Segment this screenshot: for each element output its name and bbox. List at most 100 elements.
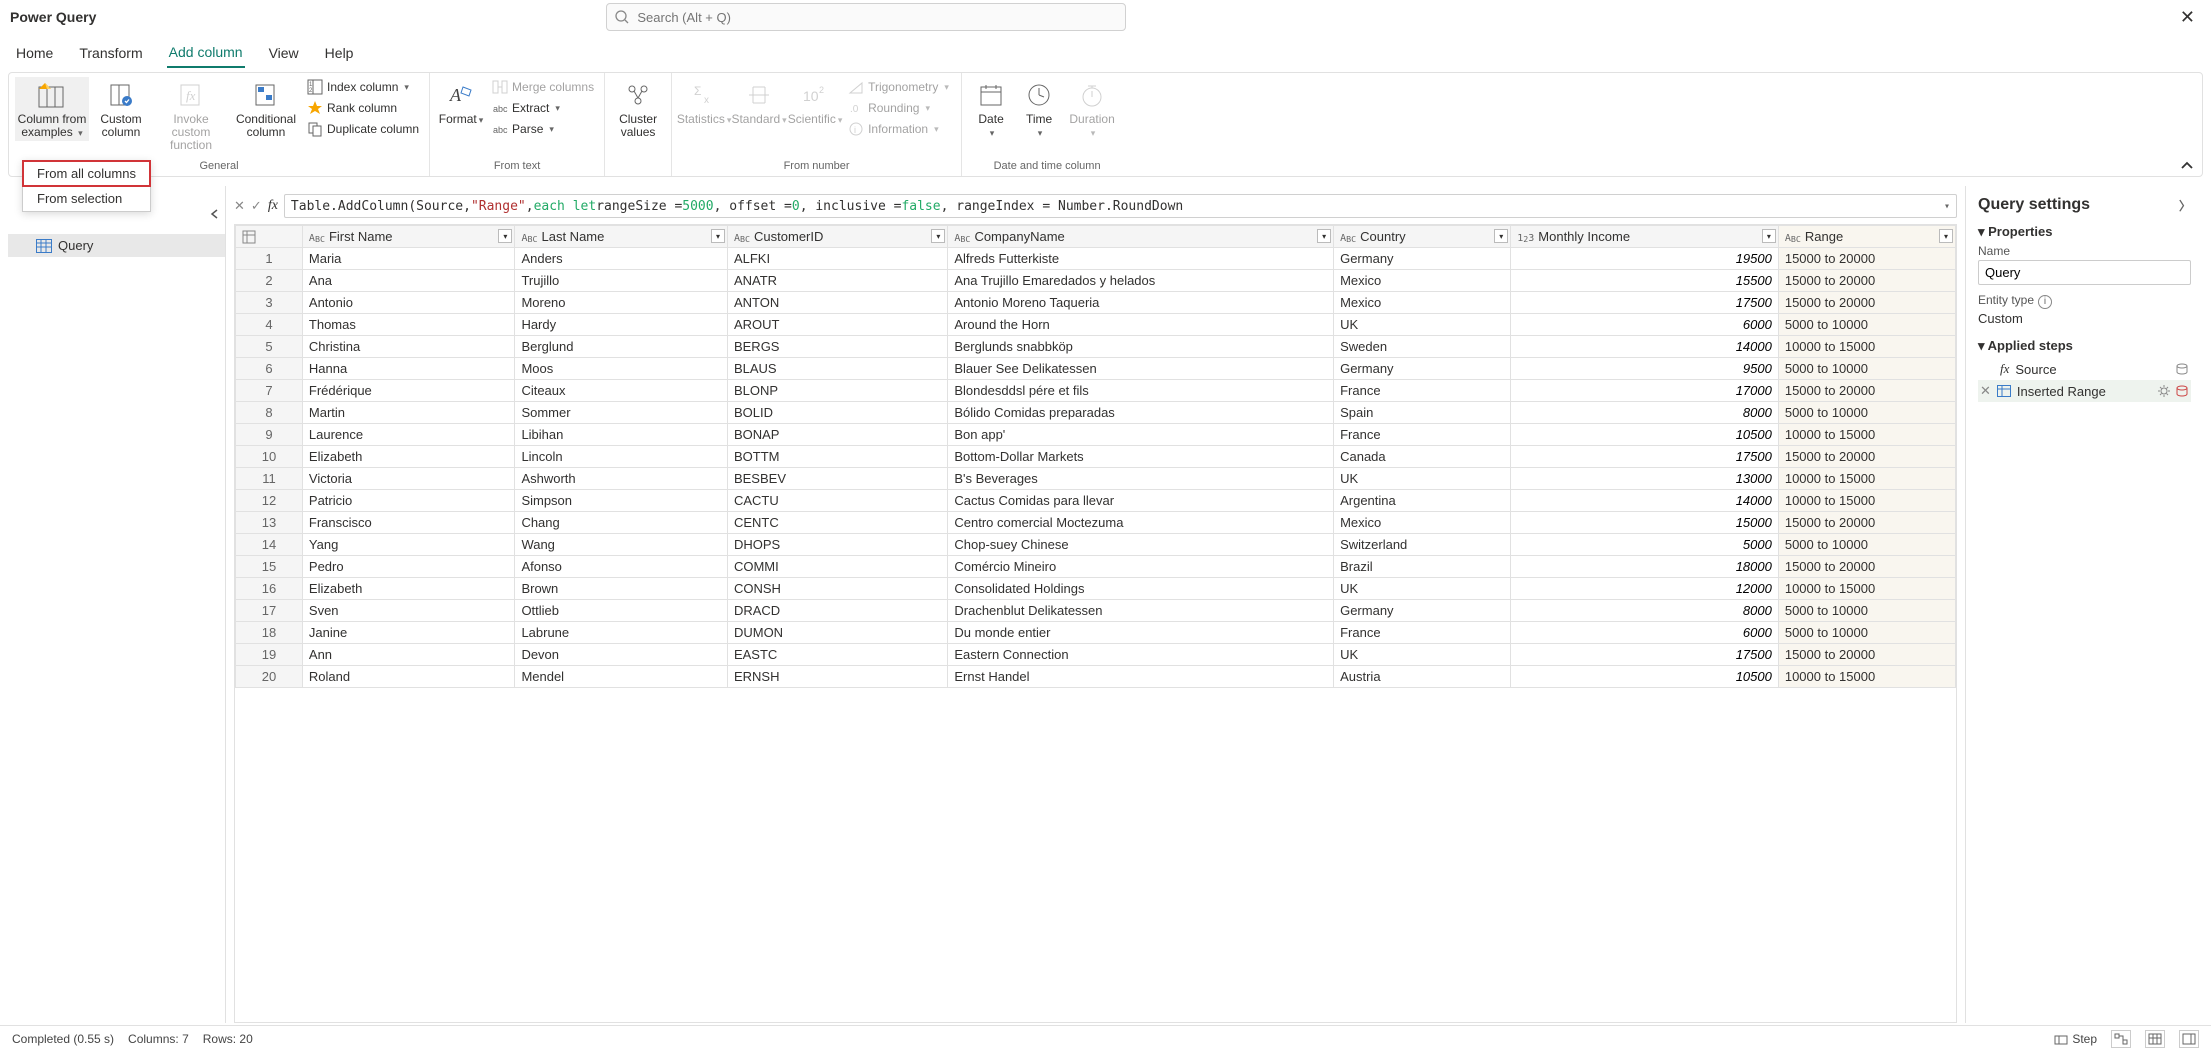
- cell-range[interactable]: 15000 to 20000: [1778, 644, 1955, 666]
- cell-customer-id[interactable]: COMMI: [727, 556, 947, 578]
- col-customer-id[interactable]: ABCCustomerID▾: [727, 226, 947, 248]
- cell-first-name[interactable]: Janine: [302, 622, 515, 644]
- table-row[interactable]: 6HannaMoosBLAUSBlauer See DelikatessenGe…: [236, 358, 1956, 380]
- cell-last-name[interactable]: Chang: [515, 512, 728, 534]
- time-button[interactable]: Time▾: [1016, 77, 1062, 141]
- cell-first-name[interactable]: Patricio: [302, 490, 515, 512]
- cell-country[interactable]: Argentina: [1334, 490, 1511, 512]
- cell-range[interactable]: 5000 to 10000: [1778, 534, 1955, 556]
- cell-company-name[interactable]: Blauer See Delikatessen: [948, 358, 1334, 380]
- query-item[interactable]: Query: [8, 234, 225, 257]
- row-number[interactable]: 17: [236, 600, 303, 622]
- cell-range[interactable]: 15000 to 20000: [1778, 248, 1955, 270]
- tab-home[interactable]: Home: [14, 39, 55, 67]
- table-row[interactable]: 10ElizabethLincolnBOTTMBottom-Dollar Mar…: [236, 446, 1956, 468]
- table-row[interactable]: 18JanineLabruneDUMONDu monde entierFranc…: [236, 622, 1956, 644]
- cell-customer-id[interactable]: BOLID: [727, 402, 947, 424]
- row-number[interactable]: 14: [236, 534, 303, 556]
- tab-transform[interactable]: Transform: [77, 39, 144, 67]
- cell-first-name[interactable]: Thomas: [302, 314, 515, 336]
- col-first-name[interactable]: ABCFirst Name▾: [302, 226, 515, 248]
- cell-company-name[interactable]: Alfreds Futterkiste: [948, 248, 1334, 270]
- cell-monthly-income[interactable]: 6000: [1511, 622, 1779, 644]
- cell-customer-id[interactable]: EASTC: [727, 644, 947, 666]
- cell-range[interactable]: 15000 to 20000: [1778, 446, 1955, 468]
- row-number[interactable]: 20: [236, 666, 303, 688]
- row-number[interactable]: 18: [236, 622, 303, 644]
- table-row[interactable]: 3AntonioMorenoANTONAntonio Moreno Taquer…: [236, 292, 1956, 314]
- cell-company-name[interactable]: Around the Horn: [948, 314, 1334, 336]
- cell-monthly-income[interactable]: 17500: [1511, 292, 1779, 314]
- row-number[interactable]: 4: [236, 314, 303, 336]
- cell-customer-id[interactable]: ALFKI: [727, 248, 947, 270]
- index-column-button[interactable]: 12Index column▾: [303, 77, 423, 97]
- cell-customer-id[interactable]: ERNSH: [727, 666, 947, 688]
- cell-monthly-income[interactable]: 10500: [1511, 666, 1779, 688]
- row-number[interactable]: 13: [236, 512, 303, 534]
- cell-monthly-income[interactable]: 19500: [1511, 248, 1779, 270]
- cell-country[interactable]: UK: [1334, 314, 1511, 336]
- cell-first-name[interactable]: Franscisco: [302, 512, 515, 534]
- table-row[interactable]: 14YangWangDHOPSChop-suey ChineseSwitzerl…: [236, 534, 1956, 556]
- row-number[interactable]: 2: [236, 270, 303, 292]
- from-selection-item[interactable]: From selection: [23, 186, 150, 211]
- cell-last-name[interactable]: Ottlieb: [515, 600, 728, 622]
- date-button[interactable]: Date▾: [968, 77, 1014, 141]
- cell-range[interactable]: 5000 to 10000: [1778, 402, 1955, 424]
- cell-country[interactable]: Austria: [1334, 666, 1511, 688]
- cell-company-name[interactable]: Comércio Mineiro: [948, 556, 1334, 578]
- cell-company-name[interactable]: Centro comercial Moctezuma: [948, 512, 1334, 534]
- col-country[interactable]: ABCCountry▾: [1334, 226, 1511, 248]
- cell-country[interactable]: Spain: [1334, 402, 1511, 424]
- cell-monthly-income[interactable]: 18000: [1511, 556, 1779, 578]
- cell-country[interactable]: France: [1334, 380, 1511, 402]
- filter-last-name[interactable]: ▾: [711, 229, 725, 243]
- cell-country[interactable]: Sweden: [1334, 336, 1511, 358]
- step-inserted-range[interactable]: ✕ Inserted Range: [1978, 380, 2191, 402]
- cell-country[interactable]: Canada: [1334, 446, 1511, 468]
- table-row[interactable]: 19AnnDevonEASTCEastern ConnectionUK17500…: [236, 644, 1956, 666]
- cell-first-name[interactable]: Christina: [302, 336, 515, 358]
- tab-help[interactable]: Help: [323, 39, 356, 67]
- settings-expand-button[interactable]: 〉: [2179, 197, 2191, 214]
- cell-monthly-income[interactable]: 8000: [1511, 402, 1779, 424]
- formula-bar[interactable]: Table.AddColumn(Source, "Range", each le…: [284, 194, 1957, 218]
- cell-country[interactable]: Switzerland: [1334, 534, 1511, 556]
- cell-range[interactable]: 15000 to 20000: [1778, 512, 1955, 534]
- cell-last-name[interactable]: Mendel: [515, 666, 728, 688]
- table-row[interactable]: 17SvenOttliebDRACDDrachenblut Delikatess…: [236, 600, 1956, 622]
- cell-country[interactable]: UK: [1334, 644, 1511, 666]
- cell-range[interactable]: 5000 to 10000: [1778, 314, 1955, 336]
- cell-range[interactable]: 15000 to 20000: [1778, 380, 1955, 402]
- row-number[interactable]: 6: [236, 358, 303, 380]
- format-button[interactable]: A Format▾: [436, 77, 486, 128]
- table-row[interactable]: 16ElizabethBrownCONSHConsolidated Holdin…: [236, 578, 1956, 600]
- cell-customer-id[interactable]: DRACD: [727, 600, 947, 622]
- cell-last-name[interactable]: Labrune: [515, 622, 728, 644]
- cell-customer-id[interactable]: BOTTM: [727, 446, 947, 468]
- cell-monthly-income[interactable]: 5000: [1511, 534, 1779, 556]
- filter-company-name[interactable]: ▾: [1317, 229, 1331, 243]
- row-number[interactable]: 11: [236, 468, 303, 490]
- cell-company-name[interactable]: Bottom-Dollar Markets: [948, 446, 1334, 468]
- table-row[interactable]: 9LaurenceLibihanBONAPBon app'France10500…: [236, 424, 1956, 446]
- cell-first-name[interactable]: Yang: [302, 534, 515, 556]
- col-company-name[interactable]: ABCCompanyName▾: [948, 226, 1334, 248]
- cell-country[interactable]: France: [1334, 424, 1511, 446]
- cell-country[interactable]: Mexico: [1334, 270, 1511, 292]
- cell-company-name[interactable]: Consolidated Holdings: [948, 578, 1334, 600]
- cell-customer-id[interactable]: BONAP: [727, 424, 947, 446]
- cell-company-name[interactable]: Bon app': [948, 424, 1334, 446]
- gear-icon[interactable]: [2157, 384, 2171, 398]
- close-button[interactable]: ✕: [2174, 7, 2201, 28]
- rank-column-button[interactable]: Rank column: [303, 98, 423, 118]
- row-number[interactable]: 1: [236, 248, 303, 270]
- cell-company-name[interactable]: Eastern Connection: [948, 644, 1334, 666]
- custom-column-button[interactable]: Custom column: [91, 77, 151, 141]
- cell-company-name[interactable]: Cactus Comidas para llevar: [948, 490, 1334, 512]
- filter-monthly-income[interactable]: ▾: [1762, 229, 1776, 243]
- row-number[interactable]: 12: [236, 490, 303, 512]
- cell-first-name[interactable]: Victoria: [302, 468, 515, 490]
- cell-customer-id[interactable]: CONSH: [727, 578, 947, 600]
- row-number[interactable]: 8: [236, 402, 303, 424]
